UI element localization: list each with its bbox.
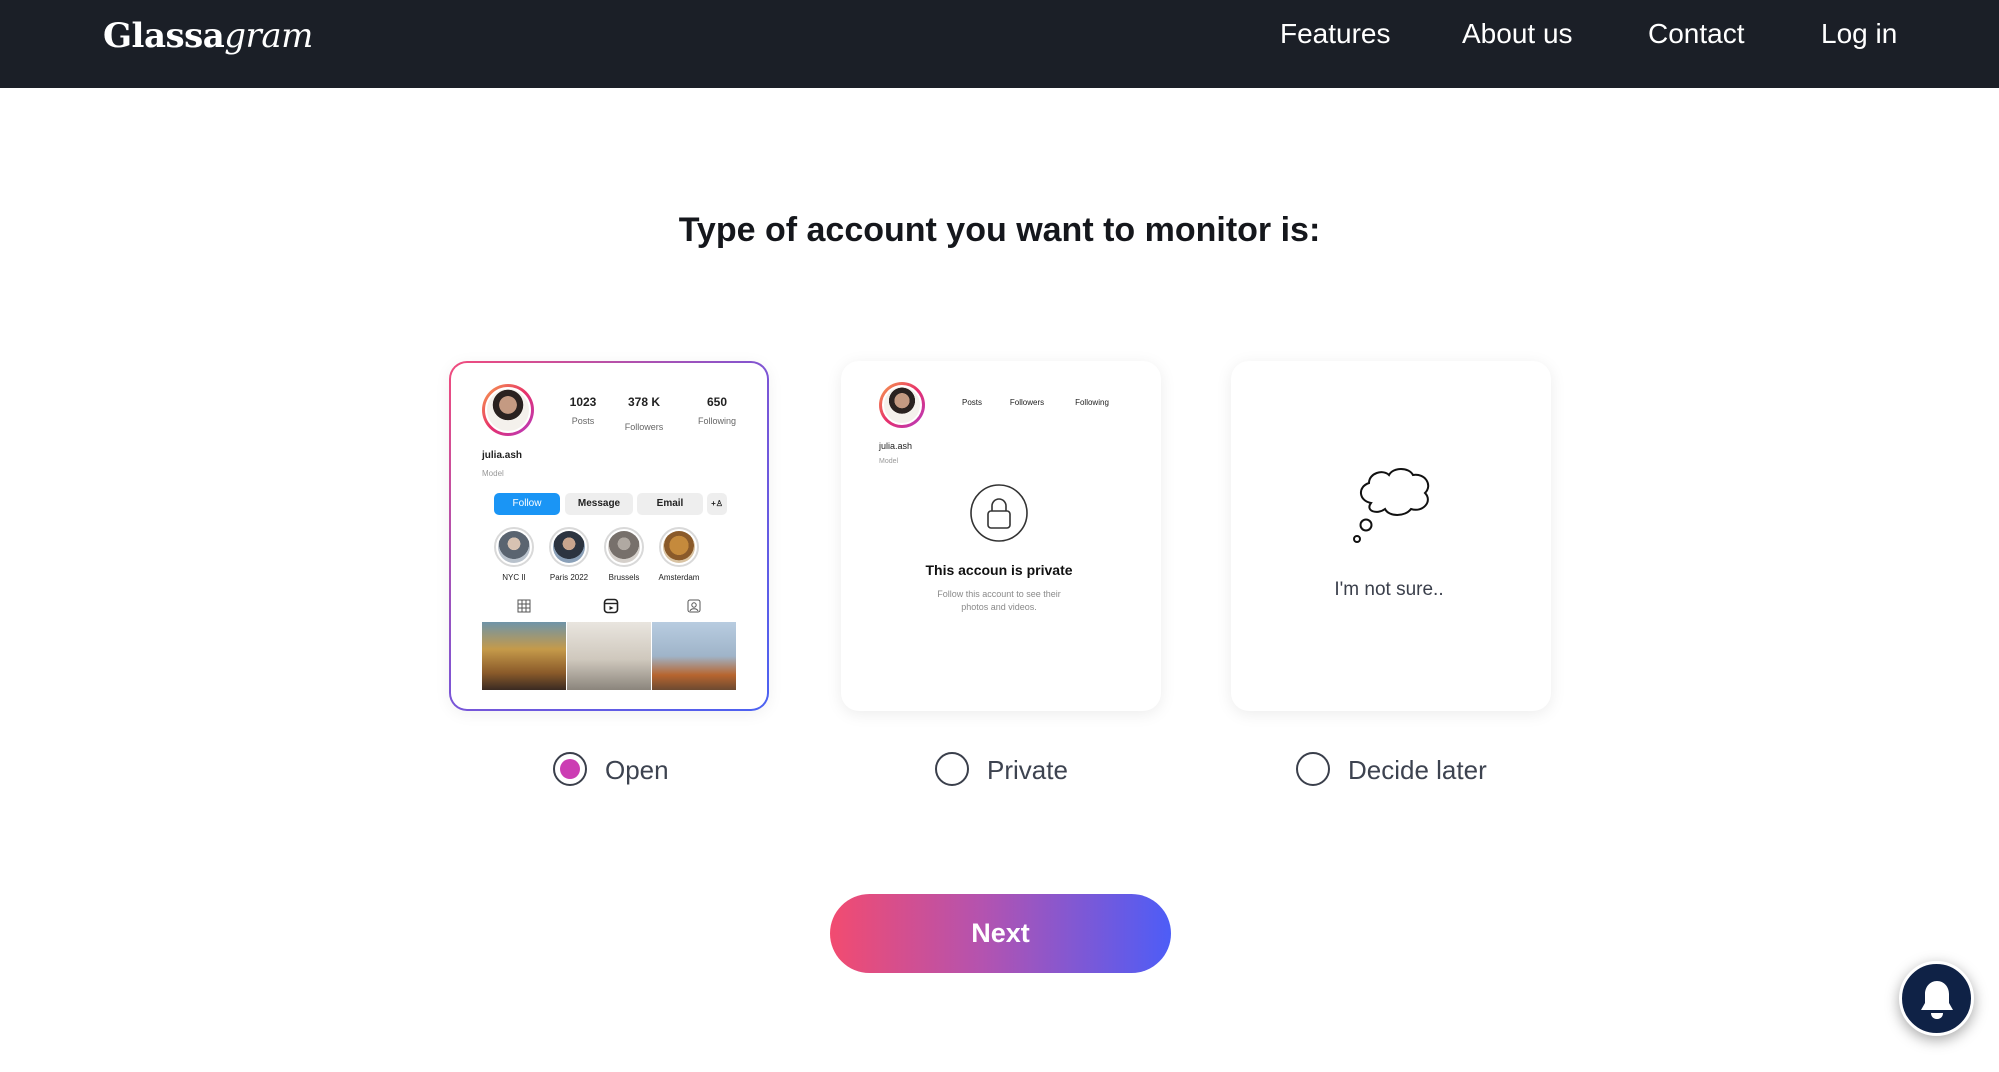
post-thumbnail: [652, 622, 736, 690]
account-card-open[interactable]: 1023 Posts 378 K Followers 650 Following…: [449, 361, 769, 711]
posts-label: Posts: [961, 398, 982, 407]
post-thumbnail: [482, 622, 566, 690]
followers-label: Followers: [624, 422, 664, 432]
logo-italic-text: gram: [224, 16, 313, 56]
following-label: Following: [697, 416, 737, 426]
next-button[interactable]: Next: [830, 894, 1171, 973]
page-title: Type of account you want to monitor is:: [678, 211, 1321, 249]
highlight-label: Brussels: [608, 573, 640, 582]
thought-cloud-icon: [1353, 468, 1430, 543]
radio-label-decide-later: Decide later: [1348, 755, 1487, 785]
account-card-decide-later[interactable]: I'm not sure..: [1231, 361, 1551, 711]
post-thumbnail: [567, 622, 651, 690]
profile-bio: Model: [879, 458, 899, 465]
add-person-icon: +♙: [707, 493, 727, 515]
posts-count: 1023: [569, 395, 597, 409]
followers-count: 378 K: [627, 395, 661, 409]
nav-log-in[interactable]: Log in: [1821, 17, 1897, 51]
notifications-button[interactable]: [1899, 961, 1974, 1036]
profile-username: julia.ash: [879, 441, 913, 451]
nav-about-us[interactable]: About us: [1462, 17, 1573, 51]
lock-icon: [970, 484, 1028, 542]
top-navbar: Glassagram Features About us Contact Log…: [0, 0, 1999, 88]
highlight-avatar: [549, 527, 589, 567]
unsure-text: I'm not sure..: [1334, 579, 1444, 600]
highlight-avatar: [659, 527, 699, 567]
email-button: Email: [637, 493, 703, 515]
reels-icon: [603, 598, 619, 614]
radio-label-private: Private: [987, 755, 1068, 785]
followers-label: Followers: [1009, 398, 1045, 407]
private-title: This accoun is private: [925, 562, 1073, 578]
highlight-avatar: [604, 527, 644, 567]
following-label: Following: [1075, 398, 1109, 407]
radio-button-open[interactable]: [553, 752, 587, 786]
profile-avatar: [482, 384, 534, 436]
profile-username: julia.ash: [482, 450, 523, 461]
nav-contact[interactable]: Contact: [1648, 17, 1745, 51]
private-subtitle-line-2: photos and videos.: [961, 602, 1037, 612]
radio-option-private[interactable]: Private: [935, 752, 1075, 788]
profile-avatar: [879, 382, 925, 428]
following-count: 650: [706, 395, 728, 409]
radio-option-decide-later[interactable]: Decide later: [1296, 752, 1496, 788]
posts-label: Posts: [571, 416, 595, 426]
radio-option-open[interactable]: Open: [553, 752, 673, 788]
highlight-label: Paris 2022: [549, 573, 589, 582]
highlight-avatar: [494, 527, 534, 567]
account-card-private[interactable]: Posts Followers Following julia.ash Mode…: [841, 361, 1161, 711]
highlight-label: Amsterdam: [658, 573, 700, 582]
highlight-label: NYC II: [502, 573, 526, 582]
radio-label-open: Open: [605, 755, 669, 785]
bell-icon: [1921, 981, 1953, 1019]
message-button: Message: [565, 493, 633, 515]
profile-bio: Model: [482, 469, 504, 478]
nav-features[interactable]: Features: [1280, 17, 1391, 51]
tagged-icon: [687, 599, 701, 613]
radio-button-decide-later[interactable]: [1296, 752, 1330, 786]
radio-button-private[interactable]: [935, 752, 969, 786]
private-subtitle-line-1: Follow this account to see their: [937, 589, 1061, 599]
logo-bold-text: Glassa: [103, 16, 225, 56]
logo[interactable]: Glassagram: [103, 14, 313, 58]
follow-button: Follow: [494, 493, 560, 515]
grid-icon: [517, 599, 531, 613]
